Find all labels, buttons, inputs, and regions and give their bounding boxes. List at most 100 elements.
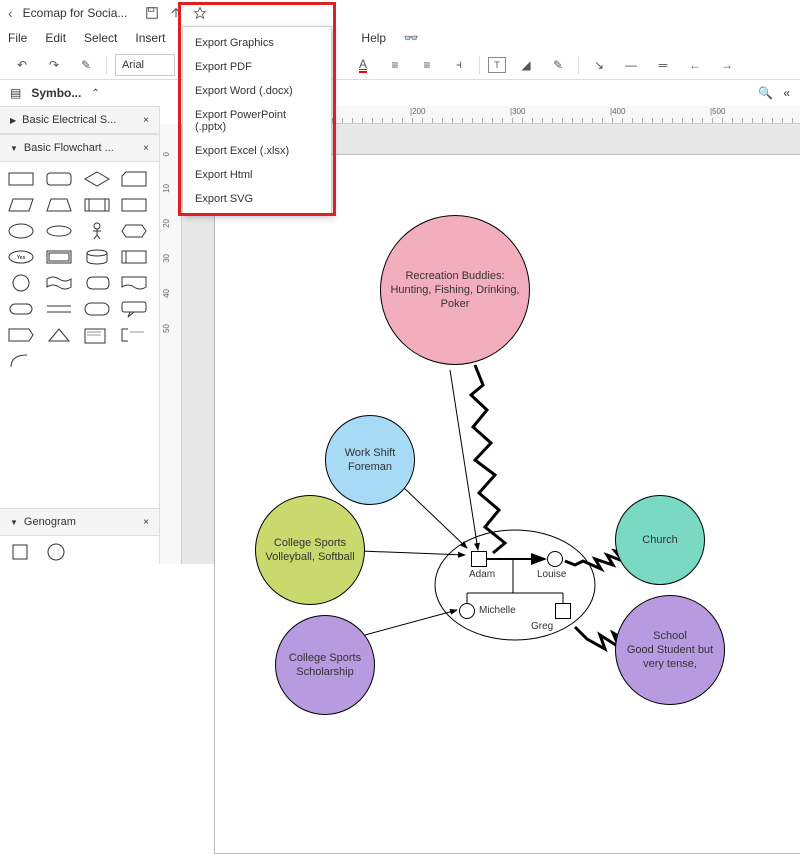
chevron-down-icon: ▼	[10, 518, 18, 527]
align-v-icon[interactable]: ⫞	[447, 53, 471, 77]
menu-bar: File Edit Select Insert Help 👓	[0, 26, 800, 50]
node-workshift[interactable]: Work Shift Foreman	[325, 415, 415, 505]
menu-select[interactable]: Select	[84, 31, 117, 45]
shape-tri[interactable]	[44, 324, 74, 346]
library-icon[interactable]: ▤	[10, 86, 21, 100]
close-section-icon[interactable]: ×	[143, 143, 149, 154]
shape-process[interactable]	[82, 194, 112, 216]
shape-pent[interactable]	[6, 324, 36, 346]
shape-person[interactable]	[82, 220, 112, 242]
label-adam: Adam	[469, 569, 495, 580]
shape-rect2[interactable]	[119, 194, 149, 216]
node-michelle[interactable]	[459, 603, 475, 619]
shape-ellipse[interactable]	[6, 220, 36, 242]
genogram-shapes	[0, 536, 159, 564]
chevron-up-icon[interactable]: ⌃	[91, 88, 99, 99]
shape-card[interactable]	[119, 168, 149, 190]
export-icon[interactable]	[169, 6, 183, 20]
toolbar: ↶ ↷ ✎ Arial A ≡ ≡ ⫞ T ◢ ✎ ↘ — ═ ← →	[0, 50, 800, 80]
menu-file[interactable]: File	[8, 31, 27, 45]
shape-proc2[interactable]	[119, 246, 149, 268]
shapes-panel: ▶Basic Electrical S...× ▼Basic Flowchart…	[0, 106, 160, 564]
undo-icon[interactable]: ↶	[10, 53, 34, 77]
shape-note[interactable]	[82, 324, 112, 346]
menu-help[interactable]: Help	[361, 31, 386, 45]
search-icon[interactable]: 🔍	[758, 86, 773, 100]
fill-icon[interactable]: ◢	[514, 53, 538, 77]
section-electrical[interactable]: ▶Basic Electrical S...×	[0, 106, 159, 134]
symbol-bar: ▤ Symbo... ⌃ 🔍 «	[0, 80, 800, 106]
export-graphics[interactable]: Export Graphics	[183, 31, 331, 55]
symbol-label: Symbo...	[31, 86, 81, 100]
line-spacing-icon[interactable]: ≡	[383, 53, 407, 77]
connector-icon[interactable]: ↘	[587, 53, 611, 77]
line-style-icon[interactable]: —	[619, 53, 643, 77]
shape-rhombus[interactable]	[82, 168, 112, 190]
export-word[interactable]: Export Word (.docx)	[183, 79, 331, 103]
shape-roundrect[interactable]	[44, 168, 74, 190]
export-svg[interactable]: Export SVG	[183, 187, 331, 211]
shape-trap[interactable]	[44, 194, 74, 216]
node-recreation[interactable]: Recreation Buddies: Hunting, Fishing, Dr…	[380, 215, 530, 365]
page[interactable]: Recreation Buddies: Hunting, Fishing, Dr…	[214, 154, 800, 854]
save-icon[interactable]	[145, 6, 159, 20]
label-louise: Louise	[537, 569, 566, 580]
collapse-icon[interactable]: «	[783, 86, 790, 100]
font-selector[interactable]: Arial	[115, 54, 175, 76]
shape-yes[interactable]: Yes	[6, 246, 36, 268]
export-pdf[interactable]: Export PDF	[183, 55, 331, 79]
section-genogram[interactable]: ▼Genogram×	[0, 508, 159, 536]
shape-doc[interactable]	[119, 272, 149, 294]
separator	[578, 56, 579, 74]
shape-cyl[interactable]	[82, 246, 112, 268]
redo-icon[interactable]: ↷	[42, 53, 66, 77]
close-section-icon[interactable]: ×	[143, 517, 149, 528]
shape-para[interactable]	[6, 194, 36, 216]
shape-dblrect[interactable]	[44, 246, 74, 268]
label-michelle: Michelle	[479, 605, 516, 616]
shape-tape[interactable]	[44, 272, 74, 294]
separator	[479, 56, 480, 74]
text-box-icon[interactable]: T	[488, 57, 506, 73]
shape-dbline[interactable]	[44, 298, 74, 320]
binoculars-icon[interactable]: 👓	[404, 31, 418, 45]
node-louise[interactable]	[547, 551, 563, 567]
menu-edit[interactable]: Edit	[45, 31, 66, 45]
shape-gen-circle[interactable]	[44, 540, 74, 562]
export-ppt[interactable]: Export PowerPoint (.pptx)	[183, 103, 331, 139]
document-title: Ecomap for Socia...	[23, 6, 128, 20]
shape-hex[interactable]	[119, 220, 149, 242]
align-left-icon[interactable]: ≡	[415, 53, 439, 77]
export-html[interactable]: Export Html	[183, 163, 331, 187]
export-excel[interactable]: Export Excel (.xlsx)	[183, 139, 331, 163]
close-section-icon[interactable]: ×	[143, 115, 149, 126]
arrow-start-icon[interactable]: ←	[683, 53, 707, 77]
menu-insert[interactable]: Insert	[135, 31, 165, 45]
export-menu: Export Graphics Export PDF Export Word (…	[182, 26, 332, 216]
svg-text:Yes: Yes	[17, 255, 26, 261]
node-collegesports[interactable]: College Sports Volleyball, Softball	[255, 495, 365, 605]
shape-display[interactable]	[82, 272, 112, 294]
star-icon[interactable]	[193, 6, 207, 20]
node-greg[interactable]	[555, 603, 571, 619]
shape-arc[interactable]	[6, 350, 36, 372]
line-weight-icon[interactable]: ═	[651, 53, 675, 77]
pen-icon[interactable]: ✎	[546, 53, 570, 77]
shape-anno[interactable]	[119, 324, 149, 346]
node-church[interactable]: Church	[615, 495, 705, 585]
shape-gen-rect[interactable]	[8, 540, 38, 562]
shape-pill[interactable]	[6, 298, 36, 320]
shape-stadium[interactable]	[82, 298, 112, 320]
text-color-icon[interactable]: A	[351, 53, 375, 77]
node-scholarship[interactable]: College Sports Scholarship	[275, 615, 375, 715]
shape-circle[interactable]	[6, 272, 36, 294]
section-flowchart[interactable]: ▼Basic Flowchart ...×	[0, 134, 159, 162]
node-adam[interactable]	[471, 551, 487, 567]
node-school[interactable]: School Good Student but very tense,	[615, 595, 725, 705]
arrow-end-icon[interactable]: →	[715, 53, 739, 77]
shape-callout[interactable]	[119, 298, 149, 320]
shape-oval[interactable]	[44, 220, 74, 242]
back-icon[interactable]: ‹	[8, 5, 13, 21]
shape-rect[interactable]	[6, 168, 36, 190]
brush-icon[interactable]: ✎	[74, 53, 98, 77]
